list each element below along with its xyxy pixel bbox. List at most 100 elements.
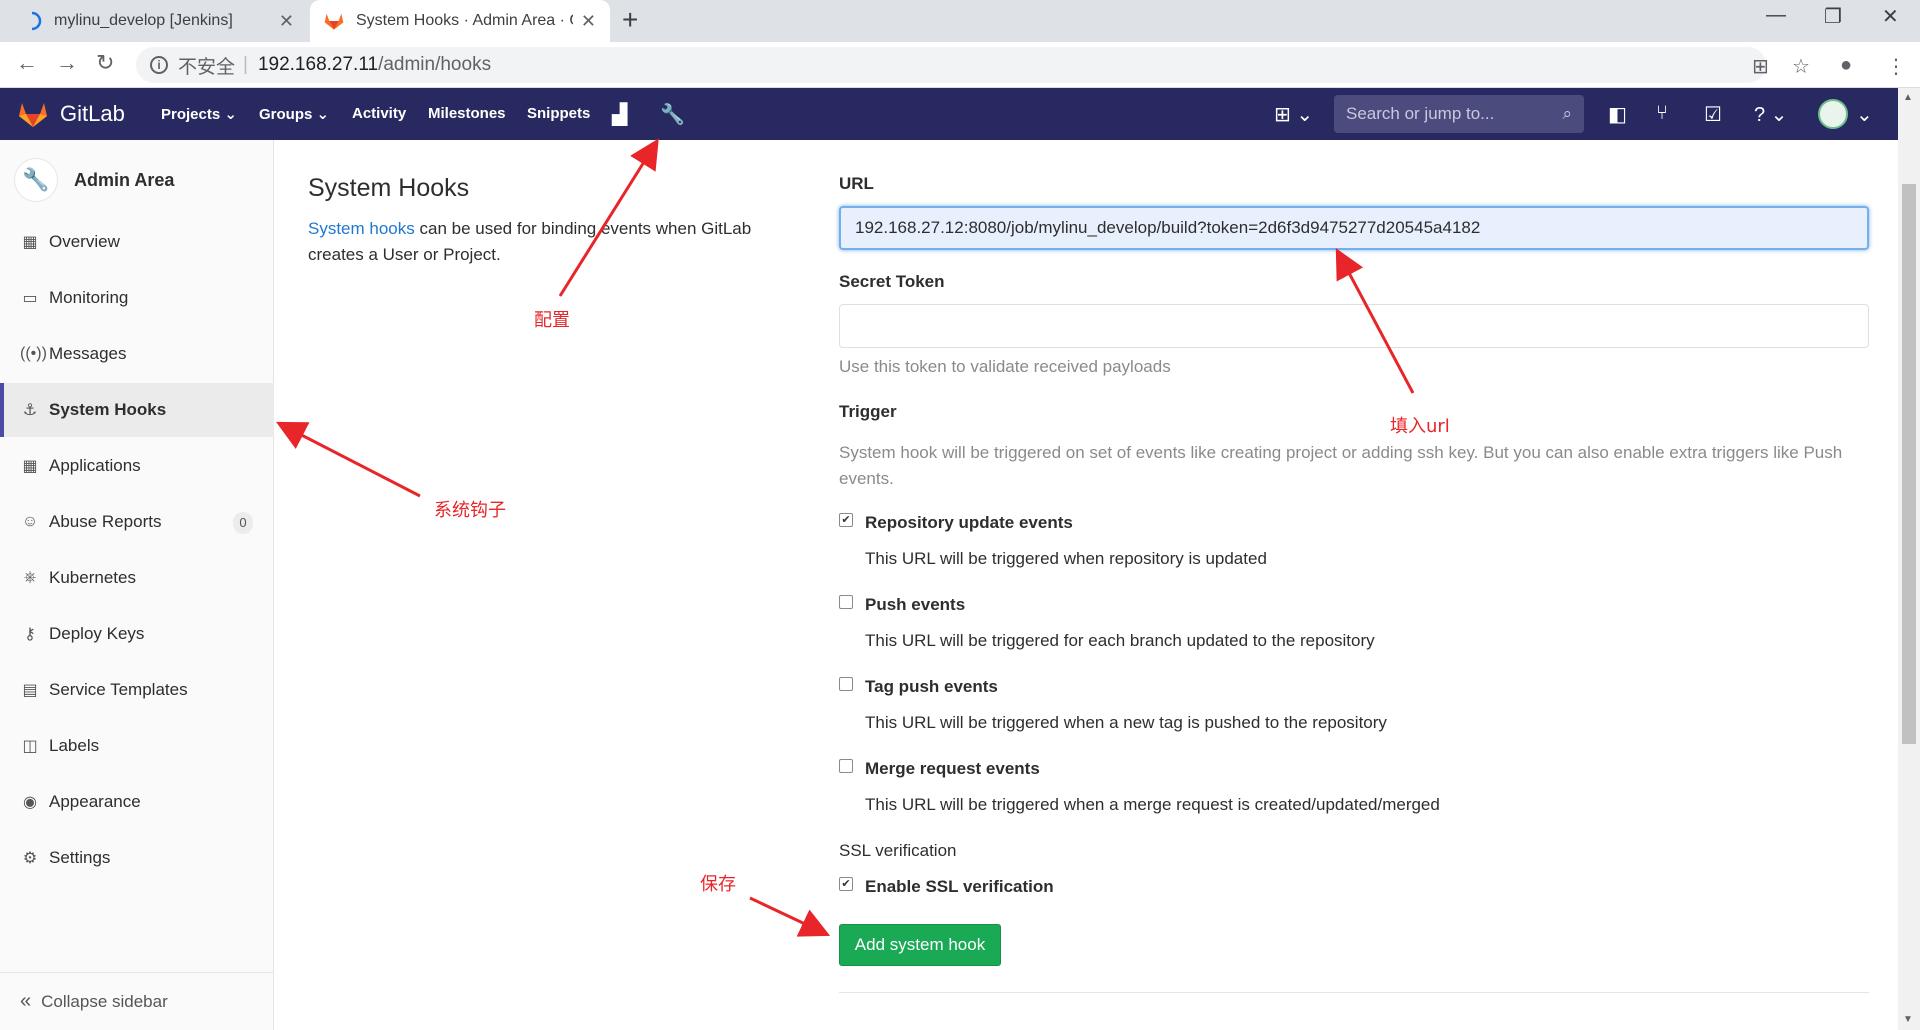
sidebar-item-applications[interactable]: ▦ Applications — [0, 439, 274, 493]
url-host: 192.168.27.11 — [257, 54, 379, 75]
scroll-down-icon[interactable]: ▼ — [1903, 1014, 1913, 1025]
new-tab-button[interactable]: + — [622, 6, 638, 34]
sidebar-header[interactable]: 🔧 Admin Area — [14, 158, 174, 202]
smiley-icon: ☺ — [21, 513, 39, 530]
secret-token-help: Use this token to validate received payl… — [839, 357, 1171, 376]
nav-activity[interactable]: Activity — [352, 105, 406, 122]
chart-icon[interactable]: ▟ — [612, 102, 627, 127]
sidebar-item-system-hooks[interactable]: ⚓ System Hooks — [0, 383, 274, 437]
key-icon: ⚷ — [24, 626, 36, 643]
double-chevron-left-icon: « — [20, 990, 32, 1012]
close-icon[interactable]: ✕ — [279, 11, 294, 32]
tag-push-events-desc: This URL will be triggered when a new ta… — [865, 713, 1387, 732]
search-placeholder: Search or jump to... — [1346, 104, 1495, 123]
star-icon[interactable]: ☆ — [1792, 54, 1810, 79]
reload-icon[interactable]: ↻ — [96, 50, 114, 76]
new-item-icon[interactable]: ⊞ ⌄ — [1274, 102, 1313, 127]
secret-token-input[interactable] — [839, 304, 1869, 348]
profile-icon[interactable]: ● — [1840, 54, 1852, 77]
browser-toolbar: ← → ↻ i 不安全 | 192.168.27.11/admin/hooks … — [0, 42, 1920, 88]
add-system-hook-button[interactable]: Add system hook — [839, 924, 1001, 966]
sidebar-item-messages[interactable]: ((•)) Messages — [0, 327, 274, 381]
template-icon: ▤ — [22, 682, 38, 699]
palette-icon: ◉ — [23, 794, 37, 811]
gear-icon: ⚙ — [22, 850, 38, 867]
nav-projects[interactable]: Projects ⌄ — [161, 105, 237, 123]
push-events-checkbox[interactable] — [839, 595, 853, 609]
kubernetes-icon: ⎈ — [23, 569, 37, 586]
wrench-icon[interactable]: 🔧 — [660, 102, 685, 127]
sidebar-item-appearance[interactable]: ◉ Appearance — [0, 775, 274, 829]
sidebar-item-monitoring[interactable]: ▭ Monitoring — [0, 271, 274, 325]
secret-token-label: Secret Token — [839, 272, 945, 291]
merge-request-events-checkbox[interactable] — [839, 759, 853, 773]
ssl-verification-label: SSL verification — [839, 841, 957, 860]
grid-icon: ▦ — [22, 458, 38, 475]
forward-icon[interactable]: → — [56, 50, 78, 76]
hook-icon: ⚓ — [22, 402, 38, 419]
avatar[interactable] — [1818, 99, 1848, 129]
sidebar-item-service-templates[interactable]: ▤ Service Templates — [0, 663, 274, 717]
back-icon[interactable]: ← — [16, 50, 38, 76]
window-close-icon[interactable]: ✕ — [1882, 4, 1899, 29]
ssl-verification-checkbox[interactable]: ✔ — [839, 877, 853, 891]
sidebar-item-deploy-keys[interactable]: ⚷ Deploy Keys — [0, 607, 274, 661]
overview-icon: ▦ — [22, 234, 38, 251]
merge-request-icon[interactable]: ⑂ — [1656, 102, 1668, 125]
push-events-label[interactable]: Push events — [865, 595, 965, 615]
issues-icon[interactable]: ◧ — [1608, 102, 1627, 127]
nav-groups[interactable]: Groups ⌄ — [259, 105, 329, 123]
count-badge: 0 — [233, 512, 253, 534]
label-icon: ◫ — [22, 738, 38, 755]
tab-title: mylinu_develop [Jenkins] — [54, 12, 233, 29]
broadcast-icon: ((•)) — [20, 345, 47, 362]
menu-icon[interactable]: ⋮ — [1886, 54, 1906, 79]
gitlab-logo[interactable]: GitLab — [18, 100, 125, 128]
browser-tab-jenkins[interactable]: mylinu_develop [Jenkins] ✕ — [8, 0, 308, 42]
trigger-help: System hook will be triggered on set of … — [839, 443, 1843, 488]
url-input[interactable]: 192.168.27.12:8080/job/mylinu_develop/bu… — [839, 206, 1869, 250]
sidebar-item-settings[interactable]: ⚙ Settings — [0, 831, 274, 885]
brand-name: GitLab — [60, 101, 125, 126]
nav-milestones[interactable]: Milestones — [428, 105, 506, 122]
scrollbar-thumb[interactable] — [1902, 184, 1916, 744]
merge-request-events-label[interactable]: Merge request events — [865, 759, 1040, 779]
browser-tab-gitlab[interactable]: System Hooks · Admin Area · GitLab ✕ — [310, 0, 610, 42]
system-hooks-docs-link[interactable]: System hooks — [308, 219, 415, 238]
repository-update-checkbox[interactable]: ✔ — [839, 513, 853, 527]
translate-icon[interactable]: ⊞ — [1752, 54, 1769, 79]
close-icon[interactable]: ✕ — [581, 11, 596, 32]
sidebar-item-overview[interactable]: ▦ Overview — [0, 215, 274, 269]
tab-title: System Hooks · Admin Area · GitLab — [356, 12, 573, 29]
ssl-verification-checkbox-label[interactable]: Enable SSL verification — [865, 877, 1054, 897]
todo-icon[interactable]: ☑ — [1704, 102, 1722, 127]
repository-update-label[interactable]: Repository update events — [865, 513, 1073, 533]
address-bar[interactable]: i 不安全 | 192.168.27.11/admin/hooks — [136, 47, 1766, 83]
restore-icon[interactable]: ❐ — [1824, 4, 1842, 29]
help-icon[interactable]: ? ⌄ — [1754, 102, 1787, 127]
push-events-desc: This URL will be triggered for each bran… — [865, 631, 1375, 650]
annotation-save: 保存 — [700, 874, 736, 895]
sidebar-item-labels[interactable]: ◫ Labels — [0, 719, 274, 773]
divider — [839, 992, 1869, 993]
loading-spinner-icon — [31, 11, 42, 31]
minimize-icon[interactable]: — — [1766, 4, 1786, 27]
separator: | — [243, 54, 248, 75]
collapse-sidebar-button[interactable]: «Collapse sidebar — [0, 972, 274, 1030]
scroll-up-icon[interactable]: ▲ — [1903, 92, 1913, 103]
nav-snippets[interactable]: Snippets — [527, 105, 590, 122]
sidebar-item-abuse-reports[interactable]: ☺ Abuse Reports 0 — [0, 495, 274, 549]
sidebar-item-kubernetes[interactable]: ⎈ Kubernetes — [0, 551, 274, 605]
annotation-config: 配置 — [534, 310, 570, 331]
admin-sidebar: 🔧 Admin Area ▦ Overview ▭ Monitoring ((•))… — [0, 140, 274, 1030]
page-title: System Hooks — [308, 174, 470, 202]
repository-update-desc: This URL will be triggered when reposito… — [865, 549, 1267, 568]
tag-push-events-label[interactable]: Tag push events — [865, 677, 998, 697]
chevron-down-icon[interactable]: ⌄ — [1856, 102, 1873, 127]
info-icon[interactable]: i — [150, 56, 168, 74]
admin-wrench-icon: 🔧 — [14, 158, 58, 202]
tag-push-events-checkbox[interactable] — [839, 677, 853, 691]
page-scrollbar[interactable]: ▲ ▼ — [1898, 88, 1920, 1030]
search-input[interactable]: Search or jump to... ⌕ — [1334, 95, 1584, 133]
main-content: System Hooks System hooks can be used fo… — [274, 140, 1898, 1030]
